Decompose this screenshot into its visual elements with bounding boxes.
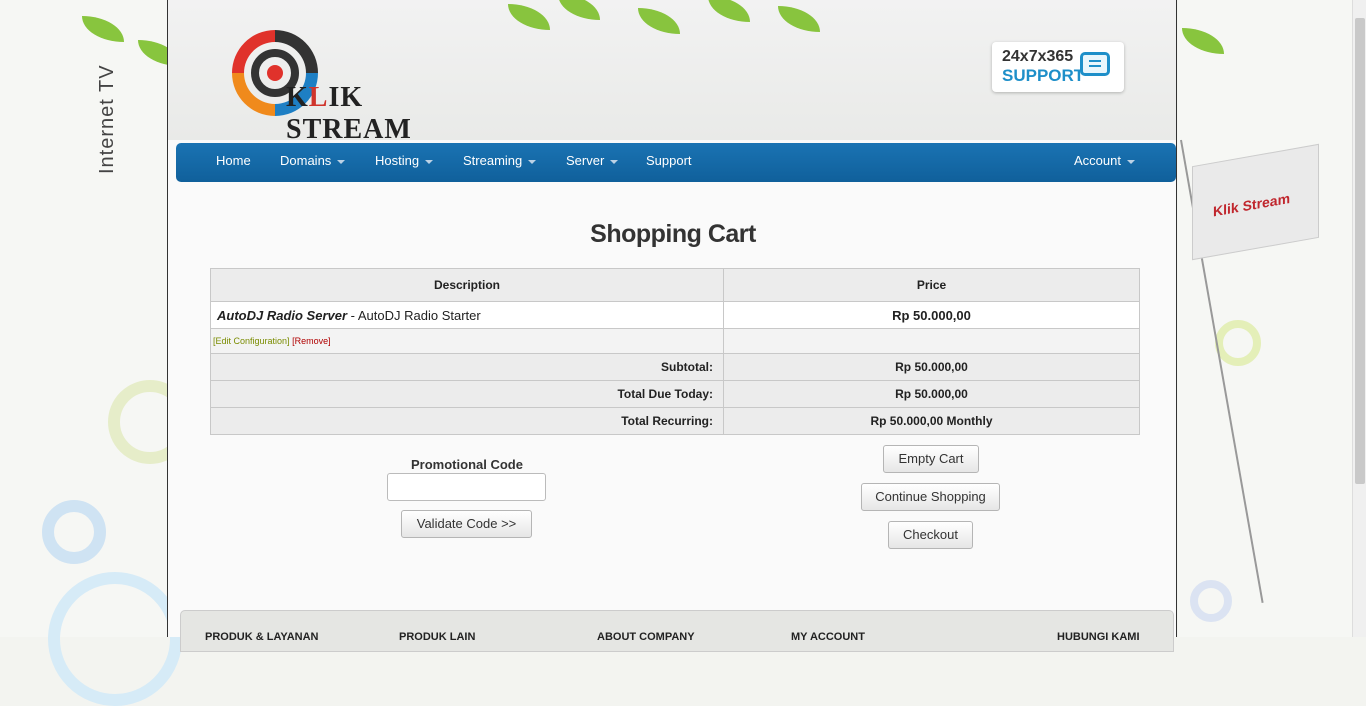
site-footer: PRODUK & LAYANAN PRODUK LAIN ABOUT COMPA… — [180, 610, 1174, 652]
internet-tv-label: Internet TV — [96, 64, 118, 174]
nav-hosting[interactable]: Hosting — [375, 143, 434, 182]
subtotal-value: Rp 50.000,00 — [723, 353, 1140, 381]
cart-item-price: Rp 50.000,00 — [723, 301, 1140, 329]
due-today-value: Rp 50.000,00 — [723, 380, 1140, 408]
decor-circle — [1215, 320, 1261, 366]
caret-down-icon — [528, 159, 537, 164]
cart-table: Description Price AutoDJ Radio Server - … — [210, 268, 1140, 435]
footer-heading: PRODUK & LAYANAN — [205, 631, 319, 643]
recurring-row: Total Recurring: Rp 50.000,00 Monthly — [210, 407, 1140, 435]
leaf-decoration — [508, 4, 550, 30]
empty-cart-button[interactable]: Empty Cart — [883, 445, 979, 473]
edit-configuration-link[interactable]: [Edit Configuration] — [213, 336, 290, 346]
nav-server[interactable]: Server — [566, 143, 619, 182]
recurring-value: Rp 50.000,00 Monthly — [723, 407, 1140, 435]
support-hours: 24x7x365 — [1002, 48, 1074, 65]
subtotal-label: Subtotal: — [210, 353, 724, 381]
validate-code-button[interactable]: Validate Code >> — [401, 510, 532, 538]
subtotal-row: Subtotal: Rp 50.000,00 — [210, 353, 1140, 381]
support-badge[interactable]: 24x7x365 SUPPORT — [992, 42, 1124, 92]
cart-item-description: AutoDJ Radio Server - AutoDJ Radio Start… — [210, 301, 724, 329]
leaf-decoration — [638, 8, 680, 34]
due-today-label: Total Due Today: — [210, 380, 724, 408]
right-background — [1178, 0, 1352, 637]
nav-streaming[interactable]: Streaming — [463, 143, 537, 182]
promo-code-input[interactable] — [387, 473, 546, 501]
caret-down-icon — [1126, 159, 1135, 164]
leaf-decoration — [558, 0, 600, 20]
footer-heading: HUBUNGI KAMI — [1057, 631, 1140, 643]
column-header-description: Description — [210, 268, 724, 302]
page-title: Shopping Cart — [590, 220, 756, 248]
promo-code-label: Promotional Code — [411, 457, 523, 472]
page-scrollbar[interactable] — [1352, 0, 1366, 637]
cart-item-actions: [Edit Configuration] [Remove] — [210, 328, 724, 354]
nav-account[interactable]: Account — [1074, 143, 1135, 182]
caret-down-icon — [337, 159, 346, 164]
footer-heading: PRODUK LAIN — [399, 631, 476, 643]
continue-shopping-button[interactable]: Continue Shopping — [861, 483, 1000, 511]
decor-circle — [1190, 580, 1232, 622]
logo-wordmark: KLIK STREAM — [286, 82, 412, 145]
decor-circle — [42, 500, 106, 564]
flag-text: Klik Stream — [1213, 189, 1291, 220]
product-plan: AutoDJ Radio Starter — [357, 307, 481, 323]
footer-heading: ABOUT COMPANY — [597, 631, 695, 643]
support-label: SUPPORT — [1002, 66, 1085, 85]
cart-item-actions-row: [Edit Configuration] [Remove] — [210, 328, 1140, 354]
column-header-price: Price — [723, 268, 1140, 302]
leaf-decoration — [778, 6, 820, 32]
leaf-decoration — [708, 0, 750, 22]
nav-support[interactable]: Support — [646, 143, 692, 182]
remove-item-link[interactable]: [Remove] — [292, 336, 331, 346]
footer-heading: MY ACCOUNT — [791, 631, 865, 643]
empty-cell — [723, 328, 1140, 354]
main-navbar: Home Domains Hosting Streaming Server Su… — [176, 143, 1176, 182]
cart-item-row: AutoDJ Radio Server - AutoDJ Radio Start… — [210, 301, 1140, 329]
caret-down-icon — [610, 159, 619, 164]
nav-domains[interactable]: Domains — [280, 143, 346, 182]
decor-circle — [48, 572, 182, 706]
recurring-label: Total Recurring: — [210, 407, 724, 435]
caret-down-icon — [425, 159, 434, 164]
chat-monitor-icon — [1080, 52, 1110, 76]
product-name: AutoDJ Radio Server — [217, 307, 348, 323]
klik-stream-logo[interactable]: KLIK STREAM — [230, 28, 462, 145]
main-container: KLIK STREAM 24x7x365 SUPPORT Home Domain… — [167, 0, 1177, 652]
scrollbar-thumb[interactable] — [1355, 18, 1365, 484]
nav-home[interactable]: Home — [216, 143, 251, 182]
site-header: KLIK STREAM 24x7x365 SUPPORT — [168, 0, 1176, 145]
due-today-row: Total Due Today: Rp 50.000,00 — [210, 380, 1140, 408]
checkout-button[interactable]: Checkout — [888, 521, 973, 549]
